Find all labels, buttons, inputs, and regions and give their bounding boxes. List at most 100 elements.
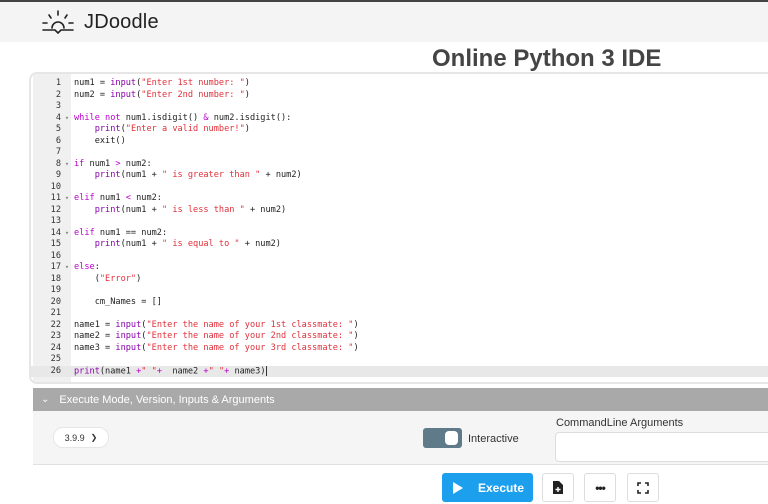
fold-arrow-icon[interactable]: ▾ bbox=[63, 159, 71, 171]
execute-options-panel: 3.9.9 ❯ Interactive CommandLine Argument… bbox=[33, 411, 768, 465]
code-line[interactable]: 20 cm_Names = [] bbox=[31, 297, 768, 309]
line-text: num2 = input("Enter 2nd number: ") bbox=[71, 90, 250, 102]
code-line[interactable]: 3 bbox=[31, 101, 768, 113]
line-text bbox=[71, 285, 74, 297]
more-options-button[interactable]: ••• bbox=[584, 473, 616, 502]
code-line[interactable]: 18 ("Error") bbox=[31, 274, 768, 286]
code-token: print bbox=[74, 366, 100, 376]
code-token: name1 = bbox=[74, 319, 116, 330]
line-text bbox=[71, 216, 74, 228]
text-cursor bbox=[265, 365, 267, 376]
code-token: "Enter the name of your 1st classmate: " bbox=[146, 319, 354, 330]
line-text: cm_Names = [] bbox=[71, 297, 162, 309]
execute-label: Execute bbox=[478, 480, 525, 495]
code-line[interactable]: 2 num2 = input("Enter 2nd number: ") bbox=[31, 90, 768, 102]
code-line[interactable]: 22 name1 = input("Enter the name of your … bbox=[31, 320, 768, 332]
code-line[interactable]: 11 ▾ elif num1 < num2: bbox=[31, 193, 768, 205]
code-token: elif bbox=[74, 193, 95, 203]
version-select[interactable]: 3.9.9 ❯ bbox=[53, 427, 109, 448]
line-number: 4 bbox=[55, 112, 61, 123]
code-line[interactable]: 23 name2 = input("Enter the name of your … bbox=[31, 331, 768, 343]
fullscreen-icon bbox=[637, 481, 649, 494]
fold-arrow-icon[interactable]: ▾ bbox=[63, 228, 71, 240]
code-line[interactable]: 17 ▾ else: bbox=[31, 262, 768, 274]
site-header: JDoodle bbox=[0, 2, 768, 42]
code-area[interactable]: 1 num1 = input("Enter 1st number: ") 2 num2… bbox=[31, 78, 768, 377]
fullscreen-button[interactable] bbox=[627, 473, 659, 502]
execute-options-toggle[interactable]: ⌄ Execute Mode, Version, Inputs & Argume… bbox=[33, 388, 768, 411]
code-line[interactable]: 24 name3 = input("Enter the name of your … bbox=[31, 343, 768, 355]
code-line[interactable]: 1 num1 = input("Enter 1st number: ") bbox=[31, 78, 768, 90]
page-title: Online Python 3 IDE bbox=[432, 45, 662, 72]
file-plus-icon bbox=[553, 481, 563, 494]
code-line[interactable]: 25 bbox=[31, 354, 768, 366]
code-token: elif bbox=[74, 227, 95, 238]
line-number: 22 bbox=[50, 319, 61, 330]
line-text: if num1 > num2: bbox=[71, 159, 152, 171]
code-token: input bbox=[115, 331, 142, 341]
code-token: num1.isdigit() bbox=[120, 112, 204, 123]
code-token: name3) bbox=[229, 366, 266, 376]
code-token: num1 bbox=[94, 193, 126, 203]
code-line[interactable]: 13 bbox=[31, 216, 768, 228]
code-token: "Enter a valid number!" bbox=[125, 124, 245, 134]
code-token: "Enter the name of your 2nd classmate: " bbox=[146, 331, 354, 341]
code-line[interactable]: 16 bbox=[31, 251, 768, 263]
cmdline-args-label: CommandLine Arguments bbox=[556, 417, 684, 429]
line-number: 3 bbox=[55, 101, 61, 111]
line-number: 5 bbox=[55, 124, 61, 134]
line-text: print(name1 +" "+ name2 +" "+ name3) bbox=[71, 365, 267, 378]
code-token: (num1 + bbox=[120, 239, 162, 249]
cmdline-args-input[interactable] bbox=[555, 432, 768, 462]
code-editor[interactable]: 1 num1 = input("Enter 1st number: ") 2 num2… bbox=[29, 72, 768, 384]
chevron-down-icon: ⌄ bbox=[41, 394, 50, 405]
code-line[interactable]: 12 print(num1 + " is less than " + num2) bbox=[31, 205, 768, 217]
code-line[interactable]: 7 bbox=[31, 147, 768, 159]
code-token: ) bbox=[353, 342, 359, 353]
new-file-button[interactable] bbox=[542, 473, 574, 502]
line-number: 8 bbox=[55, 158, 61, 169]
code-line[interactable]: 15 print(num1 + " is equal to " + num2) bbox=[31, 239, 768, 251]
code-line[interactable]: 14 ▾ elif num1 == num2: bbox=[31, 228, 768, 240]
line-text: else: bbox=[71, 262, 100, 274]
code-line[interactable]: 19 bbox=[31, 285, 768, 297]
code-token: input bbox=[110, 78, 137, 88]
code-line[interactable]: 8 ▾ if num1 > num2: bbox=[31, 159, 768, 171]
code-line[interactable]: 4 ▾ while not num1.isdigit() & num2.isdigi… bbox=[31, 113, 768, 125]
code-token: print bbox=[94, 124, 121, 134]
code-line[interactable]: 5 print("Enter a valid number!") bbox=[31, 124, 768, 136]
execute-button[interactable]: Execute bbox=[442, 473, 533, 502]
code-token: : bbox=[94, 262, 100, 272]
line-text: elif num1 < num2: bbox=[71, 193, 162, 205]
code-token: "Enter the name of your 3rd classmate: " bbox=[146, 342, 354, 353]
line-number: 10 bbox=[50, 181, 61, 192]
line-number: 12 bbox=[50, 204, 61, 215]
code-token: ) bbox=[136, 273, 142, 284]
code-token: (num1 + bbox=[120, 204, 162, 215]
code-token: print bbox=[94, 170, 121, 180]
code-line[interactable]: 26 print(name1 +" "+ name2 +" "+ name3) bbox=[31, 365, 768, 378]
interactive-toggle[interactable] bbox=[423, 428, 462, 448]
fold-arrow-icon[interactable]: ▾ bbox=[63, 193, 71, 205]
code-token: num2 = bbox=[74, 89, 111, 100]
line-text: name2 = input("Enter the name of your 2n… bbox=[71, 331, 359, 343]
line-text: print(num1 + " is equal to " + num2) bbox=[71, 239, 281, 251]
code-line[interactable]: 9 print(num1 + " is greater than " + num… bbox=[31, 170, 768, 182]
fold-arrow-icon[interactable]: ▾ bbox=[63, 113, 71, 125]
code-line[interactable]: 6 exit() bbox=[31, 136, 768, 148]
code-token: " is equal to " bbox=[161, 239, 240, 249]
line-number: 14 bbox=[50, 227, 61, 238]
line-number: 1 bbox=[55, 78, 61, 88]
fold-arrow-icon[interactable]: ▾ bbox=[63, 262, 71, 274]
code-token: num1 = bbox=[74, 78, 111, 88]
line-text bbox=[71, 182, 74, 194]
code-line[interactable]: 21 bbox=[31, 308, 768, 320]
logo-text[interactable]: JDoodle bbox=[84, 11, 159, 34]
code-line[interactable]: 10 bbox=[31, 182, 768, 194]
line-number: 16 bbox=[50, 250, 61, 261]
